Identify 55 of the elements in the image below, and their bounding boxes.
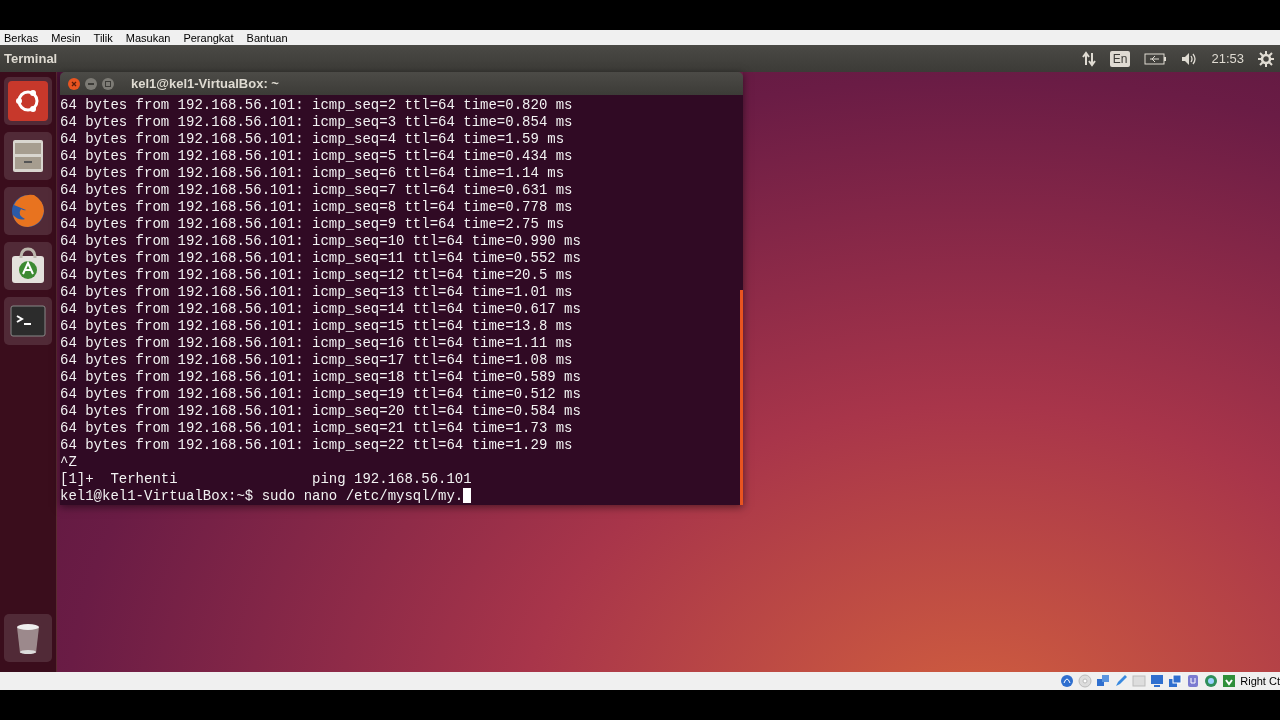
terminal-line: 64 bytes from 192.168.56.101: icmp_seq=3 ttl=64 time=0.854 ms [60, 114, 573, 131]
terminal-line: 64 bytes from 192.168.56.101: icmp_seq=20 ttl=64 time=0.584 ms [60, 403, 581, 420]
terminal-line: 64 bytes from 192.168.56.101: icmp_seq=5 ttl=64 time=0.434 ms [60, 148, 573, 165]
ubuntu-logo-icon [8, 81, 48, 121]
terminal-line: 64 bytes from 192.168.56.101: icmp_seq=21 ttl=64 time=1.73 ms [60, 420, 573, 437]
menu-item[interactable]: Berkas [4, 31, 39, 44]
terminal-line: 64 bytes from 192.168.56.101: icmp_seq=22 ttl=64 time=1.29 ms [60, 437, 573, 454]
menu-item[interactable]: Tilik [93, 31, 113, 44]
terminal-line: ^Z [60, 454, 77, 471]
window-title: kel1@kel1-VirtualBox: ~ [131, 76, 279, 91]
launcher-button[interactable] [4, 614, 52, 662]
menu-item[interactable]: Masukan [125, 31, 171, 44]
scrollbar[interactable] [740, 290, 743, 505]
minimize-icon [85, 77, 97, 90]
menu-item[interactable]: Bantuan [246, 31, 288, 44]
menu-item[interactable]: Perangkat [183, 31, 234, 44]
terminal-line: 64 bytes from 192.168.56.101: icmp_seq=11 ttl=64 time=0.552 ms [60, 250, 581, 267]
terminal-line: 64 bytes from 192.168.56.101: icmp_seq=18 ttl=64 time=0.589 ms [60, 369, 581, 386]
terminal-line: 64 bytes from 192.168.56.101: icmp_seq=10 ttl=64 time=0.990 ms [60, 233, 581, 250]
terminal-line: 64 bytes from 192.168.56.101: icmp_seq=12 ttl=64 time=20.5 ms [60, 267, 573, 284]
maximize-icon [102, 77, 114, 90]
text-cursor [463, 488, 472, 503]
menu-item[interactable]: Mesin [51, 31, 81, 44]
terminal-line: 64 bytes from 192.168.56.101: icmp_seq=2 ttl=64 time=0.820 ms [60, 97, 573, 114]
terminal-line: 64 bytes from 192.168.56.101: icmp_seq=4 ttl=64 time=1.59 ms [60, 131, 565, 148]
terminal-line: 64 bytes from 192.168.56.101: icmp_seq=9 ttl=64 time=2.75 ms [60, 216, 565, 233]
battery-icon [1144, 51, 1168, 66]
launcher-button[interactable] [4, 242, 52, 290]
terminal-line: [1]+ Terhenti ping 192.168.56.101 [60, 471, 472, 488]
host-key-label: Right Ct [1240, 675, 1280, 687]
display-icon [1150, 674, 1165, 688]
keyboard-layout-indicator[interactable]: En [1109, 50, 1131, 67]
network-arrows-icon [1081, 50, 1096, 67]
settings-icon [1258, 50, 1274, 67]
download-icon [1222, 674, 1237, 688]
windows-icon [1168, 674, 1183, 688]
network-icon [1096, 674, 1111, 688]
terminal-line: 64 bytes from 192.168.56.101: icmp_seq=14 ttl=64 time=0.617 ms [60, 301, 581, 318]
app-title: Terminal [3, 51, 59, 66]
optical-disc-icon [1078, 674, 1093, 688]
speaker-icon [1181, 51, 1198, 66]
clock[interactable]: 21:53 [1211, 51, 1244, 66]
terminal-line: 64 bytes from 192.168.56.101: icmp_seq=6 ttl=64 time=1.14 ms [60, 165, 565, 182]
close-icon [68, 77, 80, 90]
launcher-button[interactable] [4, 132, 52, 180]
terminal-line: 64 bytes from 192.168.56.101: icmp_seq=7 ttl=64 time=0.631 ms [60, 182, 573, 199]
terminal-line: 64 bytes from 192.168.56.101: icmp_seq=13 ttl=64 time=1.01 ms [60, 284, 573, 301]
pencil-icon [1114, 674, 1129, 688]
terminal-line: 64 bytes from 192.168.56.101: icmp_seq=17 ttl=64 time=1.08 ms [60, 352, 573, 369]
terminal-line: 64 bytes from 192.168.56.101: icmp_seq=16 ttl=64 time=1.11 ms [60, 335, 573, 352]
terminal-line: 64 bytes from 192.168.56.101: icmp_seq=8 ttl=64 time=0.778 ms [60, 199, 573, 216]
terminal-line: 64 bytes from 192.168.56.101: icmp_seq=15 ttl=64 time=13.8 ms [60, 318, 573, 335]
launcher-button[interactable] [4, 77, 52, 125]
terminal-line: 64 bytes from 192.168.56.101: icmp_seq=19 ttl=64 time=0.512 ms [60, 386, 581, 403]
command-prompt: kel1@kel1-VirtualBox:~$ sudo nano /etc/mysql/my. [60, 488, 464, 504]
